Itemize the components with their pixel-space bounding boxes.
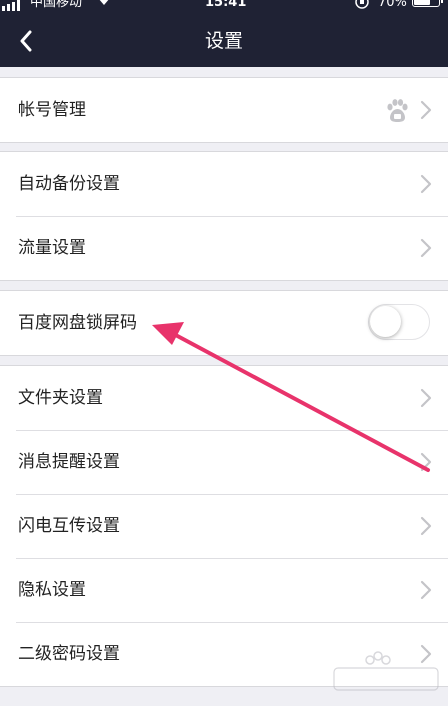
chevron-right-icon (420, 174, 432, 194)
settings-row-label: 二级密码设置 (18, 644, 120, 664)
settings-group-lock: 百度网盘锁屏码 (0, 290, 448, 356)
chevron-right-icon (420, 388, 432, 408)
page-title: 设置 (204, 30, 243, 52)
settings-row-account[interactable]: 帐号管理 (0, 78, 448, 142)
settings-row-privacy[interactable]: 隐私设置 (0, 558, 448, 622)
chevron-right-icon (420, 238, 432, 258)
carrier-name: 中国移动 (30, 0, 83, 10)
signal-strength-icon (2, 0, 20, 11)
settings-row-label: 隐私设置 (18, 580, 86, 600)
settings-row-label: 自动备份设置 (18, 174, 120, 194)
settings-row-lock-screen-code: 百度网盘锁屏码 (0, 291, 448, 355)
rotation-lock-icon (354, 0, 370, 12)
baidu-jingyan-watermark-icon (333, 651, 439, 691)
settings-row-auto-backup[interactable]: 自动备份设置 (0, 152, 448, 216)
settings-row-label: 百度网盘锁屏码 (18, 313, 137, 333)
nav-bar: 中国移动 15:41 70% 设置 (0, 0, 448, 67)
settings-group-account: 帐号管理 (0, 77, 448, 143)
settings-row-quick-transfer[interactable]: 闪电互传设置 (0, 494, 448, 558)
chevron-right-icon (420, 580, 432, 600)
settings-row-folder[interactable]: 文件夹设置 (0, 366, 448, 430)
wifi-icon (96, 0, 112, 9)
chevron-right-icon (420, 516, 432, 536)
chevron-right-icon (420, 100, 432, 120)
chevron-right-icon (420, 452, 432, 472)
status-time: 15:41 (205, 0, 247, 10)
settings-group-backup: 自动备份设置 流量设置 (0, 151, 448, 281)
settings-row-notification[interactable]: 消息提醒设置 (0, 430, 448, 494)
settings-row-label: 流量设置 (18, 238, 86, 258)
settings-row-label: 帐号管理 (18, 100, 86, 120)
battery-percent: 70% (378, 0, 407, 10)
settings-row-label: 闪电互传设置 (18, 516, 120, 536)
settings-row-traffic[interactable]: 流量设置 (0, 216, 448, 280)
settings-group-misc: 文件夹设置 消息提醒设置 闪电互传设置 隐私设置 二级密码设置 (0, 365, 448, 687)
toggle-knob (370, 306, 401, 337)
settings-row-label: 消息提醒设置 (18, 452, 120, 472)
battery-icon (412, 0, 443, 7)
lock-screen-code-toggle[interactable] (368, 304, 430, 340)
settings-row-label: 文件夹设置 (18, 388, 103, 408)
baidu-paw-icon (387, 99, 408, 122)
status-bar: 中国移动 15:41 70% (0, 0, 448, 14)
